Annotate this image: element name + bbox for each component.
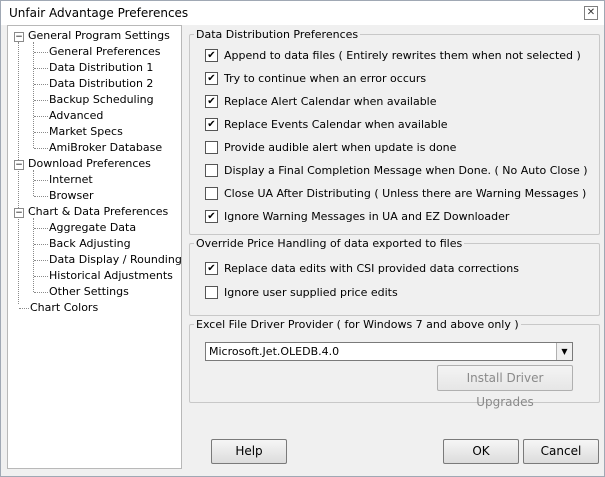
tree-connector: [34, 100, 48, 101]
tree-connector: [34, 116, 48, 117]
install-driver-upgrades-button[interactable]: Install Driver Upgrades: [437, 365, 573, 409]
continue-on-error-label: Try to continue when an error occurs: [224, 72, 427, 85]
tree-connector: [34, 132, 48, 133]
tree-connector: [34, 260, 48, 261]
tree-item-aggregate-data[interactable]: Aggregate Data: [49, 221, 136, 234]
tree-item-browser[interactable]: Browser: [49, 189, 94, 202]
collapse-chart-icon[interactable]: −: [14, 208, 24, 218]
tree-item-data-distribution-1[interactable]: Data Distribution 1: [49, 61, 154, 74]
replace-events-calendar-checkbox[interactable]: ✔: [205, 118, 218, 131]
tree-branch-line-download: [33, 170, 34, 196]
continue-on-error-option[interactable]: ✔ Try to continue when an error occurs: [205, 72, 426, 85]
append-data-checkbox[interactable]: ✔: [205, 49, 218, 62]
tree-item-other-settings[interactable]: Other Settings: [49, 285, 129, 298]
tree-item-internet[interactable]: Internet: [49, 173, 93, 186]
ignore-warnings-label: Ignore Warning Messages in UA and EZ Dow…: [224, 210, 510, 223]
tree-group-chart-data[interactable]: Chart & Data Preferences: [28, 205, 168, 218]
close-icon[interactable]: ✕: [584, 6, 598, 20]
tree-connector: [34, 196, 48, 197]
completion-message-label: Display a Final Completion Message when …: [224, 164, 588, 177]
tree-item-back-adjusting[interactable]: Back Adjusting: [49, 237, 131, 250]
excel-driver-select[interactable]: Microsoft.Jet.OLEDB.4.0 ▼: [205, 342, 573, 361]
tree-trunk-line: [18, 42, 19, 304]
ignore-warnings-option[interactable]: ✔ Ignore Warning Messages in UA and EZ D…: [205, 210, 509, 223]
tree-connector: [34, 52, 48, 53]
excel-driver-selected-value: Microsoft.Jet.OLEDB.4.0: [209, 345, 340, 358]
tree-item-advanced[interactable]: Advanced: [49, 109, 103, 122]
audible-alert-option[interactable]: Provide audible alert when update is don…: [205, 141, 456, 154]
tree-connector: [19, 308, 29, 309]
tree-connector: [34, 228, 48, 229]
audible-alert-checkbox[interactable]: [205, 141, 218, 154]
replace-data-edits-checkbox[interactable]: ✔: [205, 262, 218, 275]
collapse-download-icon[interactable]: −: [14, 160, 24, 170]
replace-alert-calendar-label: Replace Alert Calendar when available: [224, 95, 437, 108]
tree-item-backup-scheduling[interactable]: Backup Scheduling: [49, 93, 154, 106]
continue-on-error-checkbox[interactable]: ✔: [205, 72, 218, 85]
title-bar: Unfair Advantage Preferences ✕: [1, 1, 604, 25]
tree-connector: [34, 244, 48, 245]
append-data-option[interactable]: ✔ Append to data files ( Entirely rewrit…: [205, 49, 581, 62]
override-group-title: Override Price Handling of data exported…: [194, 237, 465, 250]
tree-connector: [34, 148, 48, 149]
replace-data-edits-option[interactable]: ✔ Replace data edits with CSI provided d…: [205, 262, 519, 275]
replace-alert-calendar-option[interactable]: ✔ Replace Alert Calendar when available: [205, 95, 437, 108]
preferences-tree: − General Program Settings General Prefe…: [7, 25, 182, 469]
tree-connector: [34, 68, 48, 69]
excel-driver-group: [189, 324, 600, 403]
tree-item-data-distribution-2[interactable]: Data Distribution 2: [49, 77, 153, 90]
tree-group-general[interactable]: General Program Settings: [28, 29, 170, 42]
audible-alert-label: Provide audible alert when update is don…: [224, 141, 457, 154]
distribution-group: [189, 34, 600, 235]
tree-item-general-preferences[interactable]: General Preferences: [49, 45, 161, 58]
tree-connector: [34, 180, 48, 181]
help-button[interactable]: Help: [211, 439, 287, 464]
ignore-price-edits-option[interactable]: Ignore user supplied price edits: [205, 286, 398, 299]
distribution-group-title: Data Distribution Preferences: [194, 28, 361, 41]
replace-data-edits-label: Replace data edits with CSI provided dat…: [224, 262, 519, 275]
tree-item-chart-colors[interactable]: Chart Colors: [30, 301, 98, 314]
collapse-general-icon[interactable]: −: [14, 32, 24, 42]
close-after-distributing-label: Close UA After Distributing ( Unless the…: [224, 187, 587, 200]
tree-group-download[interactable]: Download Preferences: [28, 157, 151, 170]
ignore-price-edits-label: Ignore user supplied price edits: [224, 286, 398, 299]
dropdown-arrow-icon[interactable]: ▼: [556, 343, 572, 360]
tree-item-amibroker-database[interactable]: AmiBroker Database: [49, 141, 162, 154]
tree-connector: [34, 276, 48, 277]
tree-connector: [34, 292, 48, 293]
preferences-window: Unfair Advantage Preferences ✕ − General…: [0, 0, 605, 477]
override-group: [189, 243, 600, 316]
ok-button[interactable]: OK: [443, 439, 519, 464]
append-data-label: Append to data files ( Entirely rewrites…: [224, 49, 581, 62]
close-after-distributing-option[interactable]: Close UA After Distributing ( Unless the…: [205, 187, 586, 200]
close-after-distributing-checkbox[interactable]: [205, 187, 218, 200]
tree-item-data-display-rounding[interactable]: Data Display / Rounding: [49, 253, 182, 266]
window-title: Unfair Advantage Preferences: [9, 6, 189, 20]
tree-item-historical-adjustments[interactable]: Historical Adjustments: [49, 269, 173, 282]
replace-events-calendar-option[interactable]: ✔ Replace Events Calendar when available: [205, 118, 448, 131]
completion-message-checkbox[interactable]: [205, 164, 218, 177]
replace-events-calendar-label: Replace Events Calendar when available: [224, 118, 448, 131]
cancel-button[interactable]: Cancel: [523, 439, 599, 464]
tree-connector: [34, 84, 48, 85]
replace-alert-calendar-checkbox[interactable]: ✔: [205, 95, 218, 108]
tree-branch-line-chart: [33, 218, 34, 292]
ignore-price-edits-checkbox[interactable]: [205, 286, 218, 299]
ignore-warnings-checkbox[interactable]: ✔: [205, 210, 218, 223]
tree-item-market-specs[interactable]: Market Specs: [49, 125, 123, 138]
completion-message-option[interactable]: Display a Final Completion Message when …: [205, 164, 588, 177]
excel-driver-group-title: Excel File Driver Provider ( for Windows…: [194, 318, 521, 331]
